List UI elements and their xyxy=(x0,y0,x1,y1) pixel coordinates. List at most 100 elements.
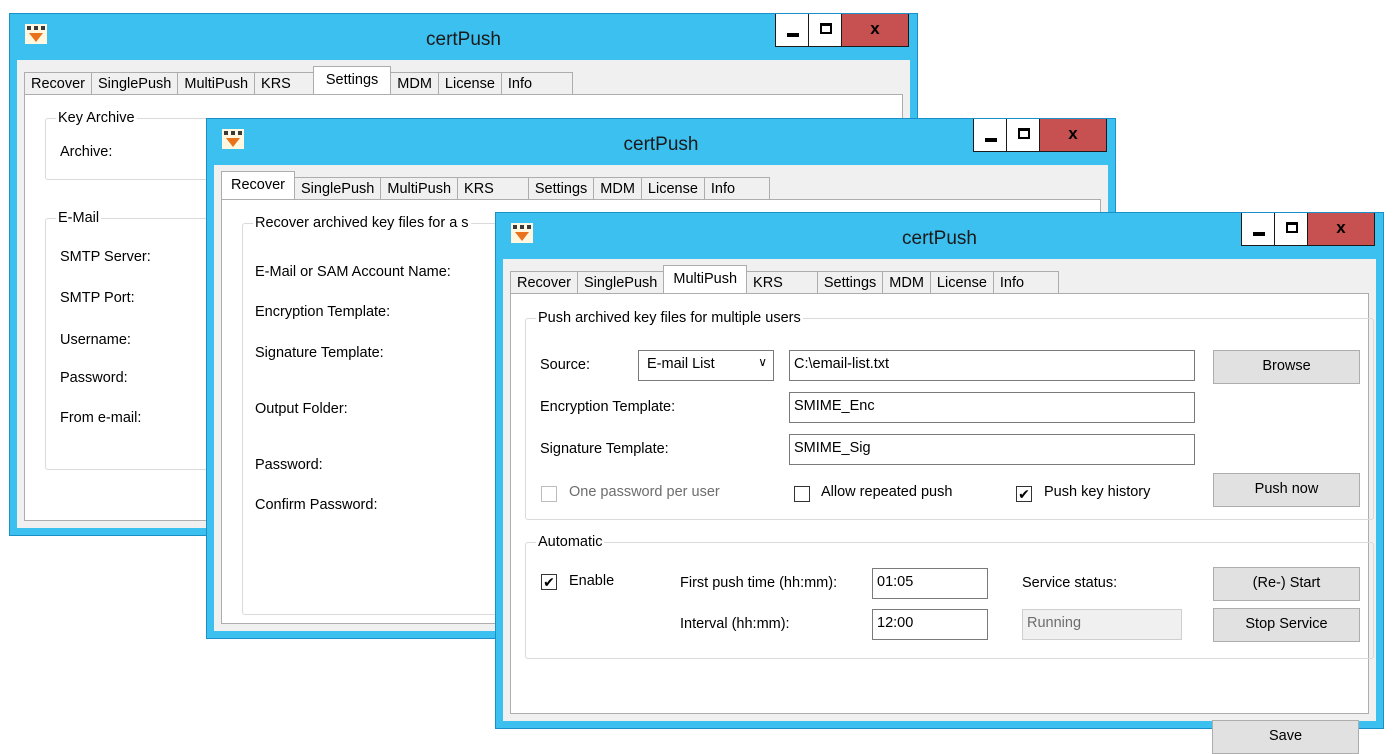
encryption-template-label: Encryption Template: xyxy=(540,399,676,415)
tab-krs[interactable]: KRS xyxy=(746,271,818,293)
window-controls: x xyxy=(973,119,1107,155)
interval-label: Interval (hh:mm): xyxy=(680,616,790,632)
source-select-value: E-mail List xyxy=(647,356,715,372)
tab-strip: Recover SinglePush MultiPush KRS Setting… xyxy=(24,66,574,94)
close-icon: x xyxy=(1068,124,1078,143)
minimize-icon xyxy=(985,138,997,142)
tab-license[interactable]: License xyxy=(929,271,994,293)
password-label: Password: xyxy=(60,370,128,386)
automatic-group: Automatic ✔ Enable First push time (hh:m… xyxy=(525,532,1374,659)
tab-info[interactable]: Info xyxy=(500,72,574,94)
tab-multipush[interactable]: MultiPush xyxy=(380,177,459,199)
chevron-down-icon: ∨ xyxy=(758,355,767,369)
close-button[interactable]: x xyxy=(1039,119,1107,152)
tab-license[interactable]: License xyxy=(640,177,705,199)
interval-input[interactable]: 12:00 xyxy=(872,609,988,640)
window-controls: x xyxy=(1241,213,1375,249)
encryption-template-label: Encryption Template: xyxy=(255,304,391,320)
tab-mdm[interactable]: MDM xyxy=(882,271,931,293)
close-button[interactable]: x xyxy=(1307,213,1375,246)
first-push-time-label: First push time (hh:mm): xyxy=(680,575,838,591)
maximize-icon xyxy=(1286,222,1298,233)
save-button[interactable]: Save xyxy=(1212,720,1359,754)
minimize-button[interactable] xyxy=(973,119,1007,152)
tab-info[interactable]: Info xyxy=(703,177,771,199)
push-history-label: Push key history xyxy=(1044,484,1151,500)
one-password-checkbox[interactable] xyxy=(541,486,557,502)
window-multipush: certPush x Recover SinglePush MultiPush … xyxy=(495,212,1384,754)
tab-mdm[interactable]: MDM xyxy=(593,177,642,199)
maximize-button[interactable] xyxy=(1274,213,1308,246)
checkmark-icon: ✔ xyxy=(1018,486,1030,502)
close-button[interactable]: x xyxy=(841,14,909,47)
first-push-time-input[interactable]: 01:05 xyxy=(872,568,988,599)
enable-checkbox[interactable]: ✔ xyxy=(541,574,557,590)
tab-krs[interactable]: KRS xyxy=(457,177,529,199)
title-bar[interactable]: certPush x xyxy=(10,14,917,60)
maximize-icon xyxy=(1018,128,1030,139)
minimize-button[interactable] xyxy=(775,14,809,47)
tab-recover[interactable]: Recover xyxy=(221,171,295,199)
encryption-template-input[interactable]: SMIME_Enc xyxy=(789,392,1195,423)
tab-settings[interactable]: Settings xyxy=(527,177,595,199)
title-bar[interactable]: certPush x xyxy=(496,213,1383,259)
service-status-field: Running xyxy=(1022,609,1182,640)
tab-settings[interactable]: Settings xyxy=(816,271,884,293)
one-password-label: One password per user xyxy=(569,484,720,500)
tab-strip: Recover SinglePush MultiPush KRS Setting… xyxy=(221,171,771,199)
tab-krs[interactable]: KRS xyxy=(254,72,314,94)
smtp-port-label: SMTP Port: xyxy=(60,290,135,306)
group-legend: Recover archived key files for a s xyxy=(253,213,471,233)
maximize-button[interactable] xyxy=(1006,119,1040,152)
password-label: Password: xyxy=(255,457,323,473)
tab-multipush[interactable]: MultiPush xyxy=(663,265,748,293)
signature-template-label: Signature Template: xyxy=(540,441,669,457)
tab-singlepush[interactable]: SinglePush xyxy=(294,177,382,199)
tab-license[interactable]: License xyxy=(437,72,502,94)
tab-singlepush[interactable]: SinglePush xyxy=(91,72,179,94)
push-group: Push archived key files for multiple use… xyxy=(525,308,1374,520)
group-legend: Automatic xyxy=(536,532,605,552)
tab-recover[interactable]: Recover xyxy=(510,271,578,293)
minimize-icon xyxy=(787,33,799,37)
smtp-server-label: SMTP Server: xyxy=(60,249,151,265)
checkmark-icon: ✔ xyxy=(543,574,555,590)
tab-recover[interactable]: Recover xyxy=(24,72,92,94)
tab-multipush[interactable]: MultiPush xyxy=(177,72,256,94)
email-sam-label: E-Mail or SAM Account Name: xyxy=(255,264,451,280)
window-client: Recover SinglePush MultiPush KRS Setting… xyxy=(503,259,1376,754)
allow-repeated-label: Allow repeated push xyxy=(821,484,953,500)
maximize-button[interactable] xyxy=(808,14,842,47)
maximize-icon xyxy=(820,23,832,34)
tab-settings[interactable]: Settings xyxy=(312,66,392,94)
minimize-button[interactable] xyxy=(1241,213,1275,246)
window-controls: x xyxy=(775,14,909,50)
group-legend: Push archived key files for multiple use… xyxy=(536,308,803,328)
source-path-input[interactable]: C:\email-list.txt xyxy=(789,350,1195,381)
username-label: Username: xyxy=(60,332,131,348)
push-history-checkbox[interactable]: ✔ xyxy=(1016,486,1032,502)
signature-template-label: Signature Template: xyxy=(255,345,384,361)
source-select[interactable]: E-mail List ∨ xyxy=(638,350,774,381)
archive-label: Archive: xyxy=(60,144,113,160)
service-status-label: Service status: xyxy=(1022,575,1118,591)
allow-repeated-checkbox[interactable] xyxy=(794,486,810,502)
browse-button[interactable]: Browse xyxy=(1213,350,1360,384)
output-folder-label: Output Folder: xyxy=(255,401,348,417)
restart-button[interactable]: (Re-) Start xyxy=(1213,567,1360,601)
group-legend: Key Archive xyxy=(56,108,137,128)
confirm-password-label: Confirm Password: xyxy=(255,497,378,513)
tab-strip: Recover SinglePush MultiPush KRS Setting… xyxy=(510,265,1060,293)
from-email-label: From e-mail: xyxy=(60,410,142,426)
stop-service-button[interactable]: Stop Service xyxy=(1213,608,1360,642)
tab-mdm[interactable]: MDM xyxy=(390,72,439,94)
group-legend: E-Mail xyxy=(56,208,102,228)
push-now-button[interactable]: Push now xyxy=(1213,473,1360,507)
tab-singlepush[interactable]: SinglePush xyxy=(577,271,665,293)
close-icon: x xyxy=(870,19,880,38)
title-bar[interactable]: certPush x xyxy=(207,119,1115,165)
close-icon: x xyxy=(1336,218,1346,237)
tab-info[interactable]: Info xyxy=(992,271,1060,293)
minimize-icon xyxy=(1253,232,1265,236)
signature-template-input[interactable]: SMIME_Sig xyxy=(789,434,1195,465)
